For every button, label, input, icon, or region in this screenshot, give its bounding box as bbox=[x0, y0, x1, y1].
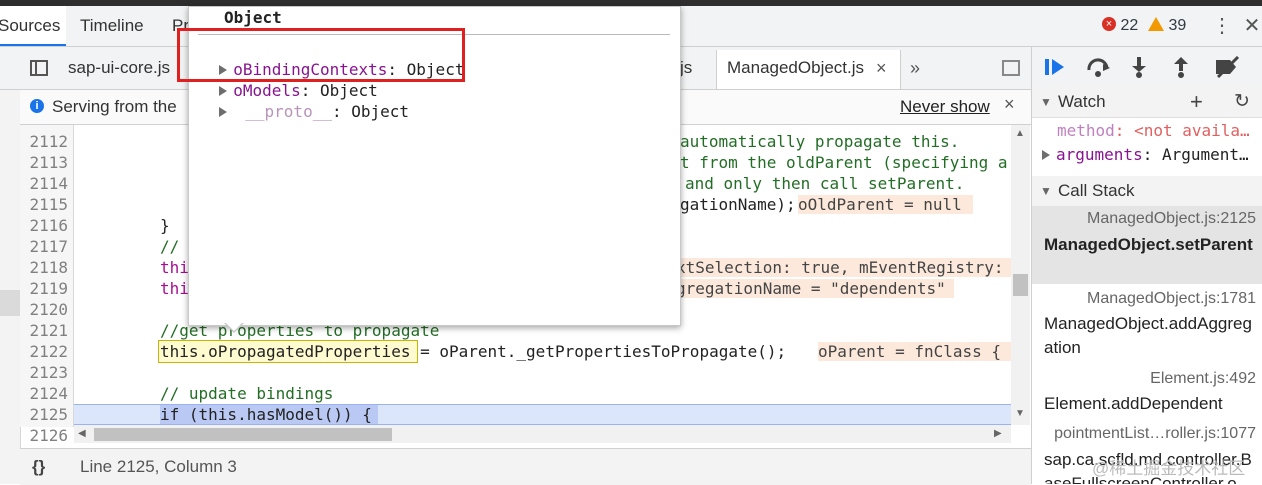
call-frame-file[interactable]: ManagedObject.js:2125 bbox=[1032, 210, 1256, 228]
deactivate-breakpoints-icon[interactable] bbox=[1212, 55, 1242, 81]
scroll-left-arrow-icon[interactable]: ◀ bbox=[78, 428, 86, 439]
code-line: this.oPropagatedProperties = oParent._ge… bbox=[160, 342, 787, 361]
close-tab-icon[interactable]: × bbox=[876, 47, 887, 89]
inline-value-oldparent: oOldParent = null bbox=[798, 195, 973, 214]
more-options-icon[interactable]: ⋮ bbox=[1212, 6, 1232, 46]
chevron-down-icon: ▼ bbox=[1040, 95, 1052, 109]
error-count[interactable]: × 22 bbox=[1102, 6, 1138, 46]
watch-item-method[interactable]: method: <not availa… bbox=[1057, 120, 1250, 142]
code-line: thi bbox=[160, 258, 189, 277]
watermark: @稀土掘金技术社区 bbox=[1092, 459, 1246, 478]
more-tabs-chevron-icon[interactable]: » bbox=[910, 47, 920, 89]
navigator-selected-row[interactable] bbox=[0, 290, 20, 316]
line-number[interactable]: 2124 bbox=[20, 383, 68, 404]
inline-value-oparent: oParent = fnClass { bbox=[818, 342, 1011, 361]
never-show-link[interactable]: Never show bbox=[900, 97, 990, 117]
editor-vertical-scroll-thumb[interactable] bbox=[1013, 274, 1028, 296]
line-number[interactable]: 2120 bbox=[20, 299, 68, 320]
call-frame-file[interactable]: ManagedObject.js:1781 bbox=[1032, 290, 1256, 308]
infobar-close-icon[interactable]: × bbox=[1004, 94, 1015, 115]
toggle-navigator-icon[interactable] bbox=[30, 60, 48, 79]
line-number[interactable]: 2125 bbox=[20, 404, 68, 425]
watch-item-arguments[interactable]: arguments: Argument… bbox=[1042, 144, 1249, 166]
line-number[interactable]: 2121 bbox=[20, 320, 68, 341]
code-line: t from the oldParent (specifying a bbox=[680, 153, 1008, 172]
editor-horizontal-scroll-thumb[interactable] bbox=[94, 428, 392, 441]
scroll-up-arrow-icon[interactable]: ▲ bbox=[1015, 128, 1025, 139]
watch-section-header[interactable]: ▼ Watch + ↻ bbox=[1032, 87, 1262, 118]
property-row-proto[interactable]: __proto__: Object bbox=[200, 80, 409, 121]
line-number[interactable]: 2123 bbox=[20, 362, 68, 383]
inline-value-dependents: gregationName = "dependents" bbox=[676, 279, 954, 298]
warning-count[interactable]: 39 bbox=[1148, 6, 1186, 46]
pretty-print-icon[interactable]: {} bbox=[32, 449, 45, 485]
line-number[interactable]: 2116 bbox=[20, 215, 68, 236]
expand-triangle-icon[interactable] bbox=[219, 107, 228, 117]
line-number[interactable]: 2112 bbox=[20, 131, 68, 152]
code-line: thi bbox=[160, 279, 189, 298]
editor-status-bar: {} Line 2125, Column 3 bbox=[20, 448, 1031, 485]
close-devtools-icon[interactable]: ✕ bbox=[1242, 6, 1262, 46]
navigator-strip bbox=[0, 90, 21, 484]
error-icon: × bbox=[1102, 17, 1116, 32]
line-number[interactable]: 2126 bbox=[20, 425, 68, 446]
info-icon: i bbox=[30, 97, 44, 113]
step-out-icon[interactable] bbox=[1172, 56, 1190, 81]
line-number[interactable]: 2114 bbox=[20, 173, 68, 194]
call-frame-function[interactable]: ManagedObject.addAggregation bbox=[1044, 312, 1259, 360]
add-watch-icon[interactable]: + bbox=[1190, 87, 1203, 117]
call-frame-function[interactable]: Element.addDependent bbox=[1044, 392, 1259, 416]
line-number[interactable]: 2122 bbox=[20, 341, 68, 362]
call-frame-file[interactable]: pointmentList…roller.js:1077 bbox=[1032, 425, 1256, 443]
chevron-down-icon: ▼ bbox=[1040, 184, 1052, 198]
tab-sources[interactable]: Sources bbox=[0, 6, 66, 46]
code-line: and only then call setParent. bbox=[685, 174, 965, 193]
refresh-watch-icon[interactable]: ↻ bbox=[1234, 87, 1250, 117]
code-line: // bbox=[160, 237, 180, 256]
annotation-highlight-box bbox=[177, 28, 465, 82]
line-number[interactable]: 2113 bbox=[20, 152, 68, 173]
tab-timeline[interactable]: Timeline bbox=[80, 6, 144, 46]
toggle-debugger-icon[interactable] bbox=[1002, 60, 1020, 76]
warning-icon bbox=[1148, 16, 1164, 31]
file-tab-hidden[interactable]: js bbox=[680, 47, 692, 89]
step-into-icon[interactable] bbox=[1130, 56, 1148, 81]
scroll-right-arrow-icon[interactable]: ▶ bbox=[994, 428, 1002, 439]
code-line: gationName); bbox=[680, 195, 796, 214]
infobar-text: Serving from the bbox=[52, 97, 177, 116]
line-number[interactable]: 2117 bbox=[20, 236, 68, 257]
call-frame-file[interactable]: Element.js:492 bbox=[1032, 370, 1256, 388]
scroll-down-arrow-icon[interactable]: ▼ bbox=[1015, 408, 1025, 419]
step-over-icon[interactable] bbox=[1086, 56, 1112, 81]
line-number[interactable]: 2118 bbox=[20, 257, 68, 278]
code-line: } bbox=[160, 216, 170, 235]
call-stack-section-header[interactable]: ▼ Call Stack bbox=[1032, 176, 1262, 207]
code-line: automatically propagate this. bbox=[680, 132, 960, 151]
code-line: // update bindings bbox=[160, 384, 334, 403]
call-frame-function[interactable]: ManagedObject.setParent bbox=[1044, 233, 1259, 257]
cursor-position: Line 2125, Column 3 bbox=[80, 457, 237, 476]
popover-title: Object bbox=[224, 8, 282, 27]
line-number[interactable]: 2115 bbox=[20, 194, 68, 215]
resume-icon[interactable] bbox=[1044, 56, 1064, 78]
expand-triangle-icon[interactable] bbox=[1042, 150, 1050, 160]
line-number[interactable]: 2119 bbox=[20, 278, 68, 299]
inline-value-aggregation: xtSelection: true, mEventRegistry: bbox=[676, 258, 1011, 277]
popover-pointer-fill bbox=[225, 322, 243, 331]
file-tab-sap-ui-core[interactable]: sap-ui-core.js bbox=[68, 47, 170, 89]
file-tab-managedobject[interactable]: ManagedObject.js bbox=[727, 47, 864, 89]
code-line-paused: if (this.hasModel()) { bbox=[160, 405, 372, 424]
